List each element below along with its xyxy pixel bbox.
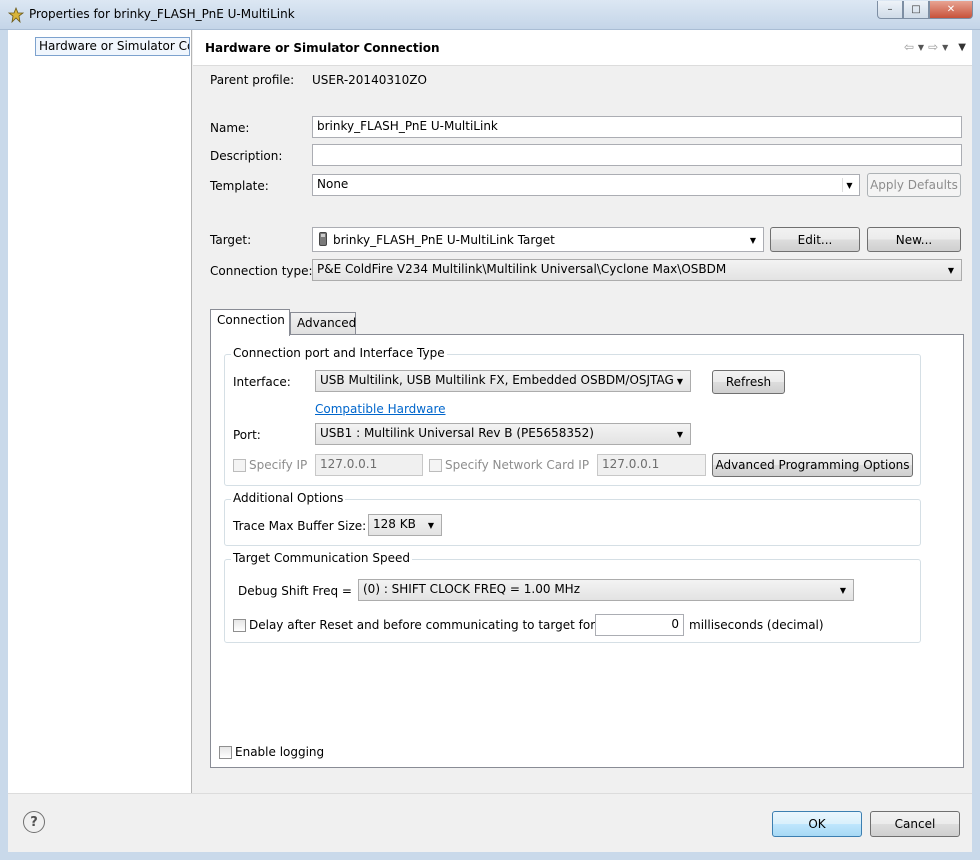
connection-port-group-title: Connection port and Interface Type	[231, 346, 447, 360]
parent-profile-label: Parent profile:	[210, 73, 295, 87]
target-communication-speed-group-title: Target Communication Speed	[231, 551, 412, 565]
description-label: Description:	[210, 149, 283, 163]
checkbox-box	[233, 458, 246, 472]
tab-advanced[interactable]: Advanced	[290, 312, 356, 336]
checkbox-box	[233, 618, 246, 632]
chevron-down-icon: ▼	[676, 429, 684, 439]
specify-network-card-label: Specify Network Card IP	[445, 458, 590, 472]
chevron-down-icon: ▼	[839, 585, 847, 595]
back-arrow-icon[interactable]: ⇦	[904, 40, 914, 54]
trace-buffer-value: 128 KB	[373, 517, 416, 531]
name-field[interactable]: brinky_FLASH_PnE U-MultiLink	[312, 116, 962, 138]
debug-shift-freq-select[interactable]: (0) : SHIFT CLOCK FREQ = 1.00 MHz ▼	[358, 579, 854, 601]
connection-tab-panel: Connection port and Interface Type Inter…	[210, 334, 964, 768]
interface-select-value: USB Multilink, USB Multilink FX, Embedde…	[320, 373, 674, 387]
port-select-value: USB1 : Multilink Universal Rev B (PE5658…	[320, 426, 594, 440]
target-device-icon	[319, 232, 327, 246]
window-title: Properties for brinky_FLASH_PnE U-MultiL…	[29, 7, 295, 21]
maximize-button[interactable]: □	[903, 1, 929, 19]
ip-address-field[interactable]: 127.0.0.1	[315, 454, 423, 476]
specify-ip-checkbox[interactable]: Specify IP	[233, 458, 307, 472]
title-bar: Properties for brinky_FLASH_PnE U-MultiL…	[0, 0, 980, 30]
parent-profile-value: USER-20140310ZO	[312, 73, 427, 87]
footer-separator	[8, 793, 972, 794]
description-field[interactable]	[312, 144, 962, 166]
connection-type-label: Connection type:	[210, 264, 313, 278]
target-select[interactable]: brinky_FLASH_PnE U-MultiLink Target ▼	[312, 227, 764, 252]
ok-button[interactable]: OK	[772, 811, 862, 837]
chevron-down-icon: ▼	[749, 235, 757, 245]
forward-menu-chevron-icon[interactable]: ▼	[942, 40, 948, 54]
debug-shift-freq-value: (0) : SHIFT CLOCK FREQ = 1.00 MHz	[363, 582, 580, 596]
chevron-down-icon: ▼	[676, 376, 684, 386]
checkbox-box	[429, 458, 442, 472]
interface-select[interactable]: USB Multilink, USB Multilink FX, Embedde…	[315, 370, 691, 392]
delay-after-reset-checkbox[interactable]: Delay after Reset and before communicati…	[233, 618, 595, 632]
template-select-value: None	[317, 177, 349, 191]
target-select-value: brinky_FLASH_PnE U-MultiLink Target	[333, 233, 555, 247]
new-target-button[interactable]: New...	[867, 227, 961, 252]
edit-target-button[interactable]: Edit...	[770, 227, 860, 252]
compatible-hardware-link[interactable]: Compatible Hardware	[315, 402, 446, 416]
additional-options-group-title: Additional Options	[231, 491, 346, 505]
help-icon[interactable]: ?	[23, 811, 45, 833]
additional-options-group: Additional Options Trace Max Buffer Size…	[224, 491, 921, 546]
connection-type-select[interactable]: P&E ColdFire V234 Multilink\Multilink Un…	[312, 259, 962, 281]
specify-network-card-checkbox[interactable]: Specify Network Card IP	[429, 458, 589, 472]
chevron-down-icon: ▼	[427, 520, 435, 530]
interface-label: Interface:	[233, 375, 291, 389]
delay-ms-field[interactable]: 0	[595, 614, 684, 636]
chevron-down-icon: ▼	[842, 178, 856, 192]
refresh-button[interactable]: Refresh	[712, 370, 785, 394]
property-tree: Hardware or Simulator Connection	[8, 30, 192, 793]
cancel-button[interactable]: Cancel	[870, 811, 960, 837]
dialog-client: Hardware or Simulator Connection Hardwar…	[8, 30, 972, 852]
connection-port-group: Connection port and Interface Type Inter…	[224, 346, 921, 486]
chevron-down-icon: ▼	[947, 265, 955, 275]
page-header: Hardware or Simulator Connection ⇦ ▼ ⇨ ▼…	[193, 30, 972, 66]
page-title: Hardware or Simulator Connection	[205, 41, 440, 55]
name-label: Name:	[210, 121, 250, 135]
trace-buffer-label: Trace Max Buffer Size:	[233, 519, 367, 533]
template-label: Template:	[210, 179, 269, 193]
trace-buffer-select[interactable]: 128 KB ▼	[368, 514, 442, 536]
port-label: Port:	[233, 428, 261, 442]
tab-connection[interactable]: Connection	[210, 309, 290, 336]
port-select[interactable]: USB1 : Multilink Universal Rev B (PE5658…	[315, 423, 691, 445]
enable-logging-label: Enable logging	[235, 745, 325, 759]
delay-unit-label: milliseconds (decimal)	[689, 618, 824, 632]
connection-type-value: P&E ColdFire V234 Multilink\Multilink Un…	[317, 262, 727, 276]
target-communication-speed-group: Target Communication Speed Debug Shift F…	[224, 551, 921, 643]
target-label: Target:	[210, 233, 252, 247]
specify-ip-label: Specify IP	[249, 458, 308, 472]
delay-after-reset-label: Delay after Reset and before communicati…	[249, 618, 596, 632]
back-menu-chevron-icon[interactable]: ▼	[918, 40, 924, 54]
template-select[interactable]: None ▼	[312, 174, 860, 196]
minimize-button[interactable]: –	[877, 1, 903, 19]
window-controls: – □ ✕	[877, 1, 973, 19]
close-button[interactable]: ✕	[929, 1, 973, 19]
tree-item-hardware-connection[interactable]: Hardware or Simulator Connection	[35, 37, 190, 56]
view-menu-icon[interactable]: ▼	[958, 40, 966, 54]
enable-logging-checkbox[interactable]: Enable logging	[219, 745, 324, 759]
checkbox-box	[219, 745, 232, 759]
advanced-programming-options-button[interactable]: Advanced Programming Options	[712, 453, 913, 477]
network-card-ip-field[interactable]: 127.0.0.1	[597, 454, 706, 476]
app-icon	[8, 7, 24, 23]
apply-defaults-button[interactable]: Apply Defaults	[867, 173, 961, 197]
navigation-controls: ⇦ ▼ ⇨ ▼ ▼	[904, 40, 966, 54]
debug-shift-freq-label: Debug Shift Freq =	[238, 584, 352, 598]
forward-arrow-icon[interactable]: ⇨	[928, 40, 938, 54]
